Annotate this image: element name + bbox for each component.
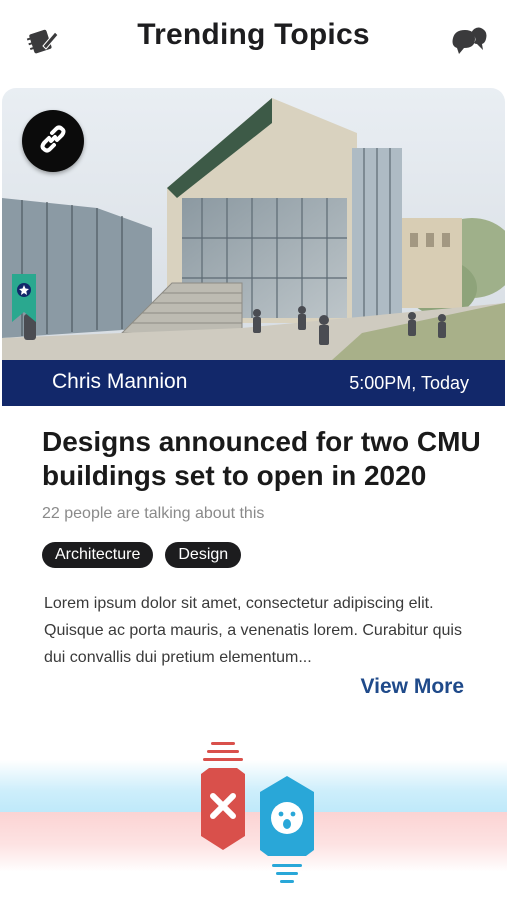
tag-list: Architecture Design: [42, 542, 242, 568]
header-bar: Trending Topics: [0, 0, 507, 80]
like-button[interactable]: [254, 770, 320, 888]
author-bar: Chris Mannion 5:00PM, Today: [2, 360, 505, 406]
surprised-face-icon: [271, 802, 303, 834]
author-name[interactable]: Chris Mannion: [52, 370, 187, 394]
share-link-button[interactable]: [22, 110, 84, 172]
page-title: Trending Topics: [137, 18, 370, 51]
tag-chip[interactable]: Architecture: [42, 542, 154, 568]
article-headline[interactable]: Designs announced for two CMU buildings …: [42, 425, 482, 493]
article-excerpt: Lorem ipsum dolor sit amet, consectetur …: [44, 595, 462, 666]
post-time: 5:00PM, Today: [349, 373, 469, 393]
discussion-count: 22 people are talking about this: [42, 505, 265, 522]
article-card[interactable]: Chris Mannion 5:00PM, Today: [2, 88, 505, 406]
dislike-button[interactable]: [193, 740, 253, 852]
view-more-link[interactable]: View More: [361, 675, 464, 699]
link-icon: [35, 121, 71, 162]
chat-bubbles-icon[interactable]: [449, 22, 489, 58]
tag-chip[interactable]: Design: [165, 542, 242, 568]
bookmark-ribbon-icon[interactable]: [10, 274, 38, 324]
